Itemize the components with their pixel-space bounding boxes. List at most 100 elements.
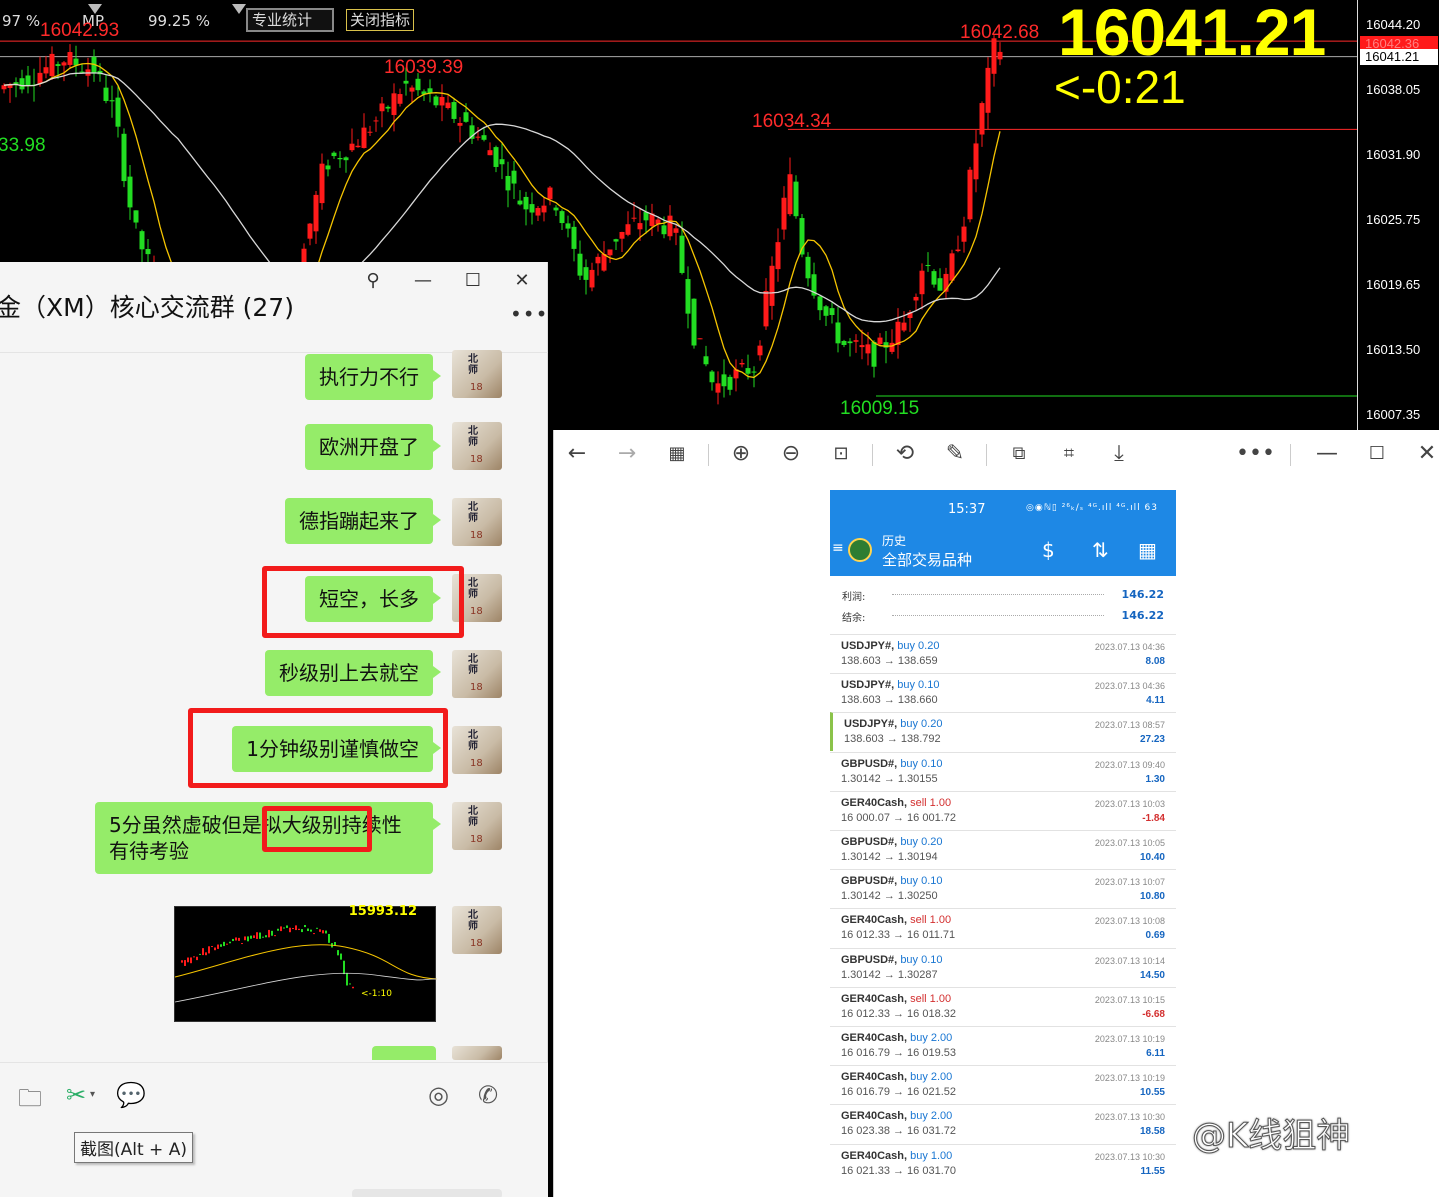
minimize-icon[interactable]: — xyxy=(410,270,436,291)
candle-body xyxy=(13,82,19,84)
scissors-icon[interactable]: ✂ xyxy=(66,1081,86,1109)
trade-profit: 8.08 xyxy=(1145,656,1165,667)
edit-icon[interactable]: ✎ xyxy=(940,440,970,468)
trade-datetime: 2023.07.13 10:08 xyxy=(1094,916,1165,927)
avatar[interactable]: 北师 18 xyxy=(452,650,502,698)
trade-row[interactable]: USDJPY#, buy 0.20 138.603 → 138.659 2023.0… xyxy=(830,634,1176,673)
trade-row[interactable]: GBPUSD#, buy 0.10 1.30142 → 1.30287 2023.0… xyxy=(830,947,1176,987)
grid-view-icon[interactable]: ▦ xyxy=(662,440,692,468)
trade-row[interactable]: GBPUSD#, buy 0.10 1.30142 → 1.30250 2023.0… xyxy=(830,869,1176,908)
candle-body xyxy=(985,67,991,113)
trade-row[interactable]: GBPUSD#, buy 0.10 1.30142 → 1.30155 2023.0… xyxy=(830,751,1176,791)
folder-icon[interactable]: 🗀 xyxy=(18,1081,42,1122)
avatar[interactable]: 北师 18 xyxy=(452,906,502,954)
close-icon[interactable]: ✕ xyxy=(509,270,535,291)
thumb-candle xyxy=(319,929,321,932)
chevron-down-icon[interactable]: ▾ xyxy=(90,1089,95,1100)
thumb-candle xyxy=(253,935,255,939)
trade-symbol: GER40Cash, sell 1.00 xyxy=(841,914,952,927)
avatar[interactable]: 北师 18 xyxy=(452,350,502,398)
candle-body xyxy=(43,67,49,74)
call-icon[interactable]: ✆ xyxy=(478,1081,498,1109)
avatar[interactable]: 北师 18 xyxy=(452,498,502,546)
message-bubble[interactable]: 德指蹦起来了 xyxy=(285,498,441,544)
candle-body xyxy=(493,147,499,167)
calendar-icon[interactable]: ▦ xyxy=(1138,538,1157,562)
avatar-text: 18 xyxy=(470,682,483,693)
trade-row[interactable]: GER40Cash, buy 2.00 16 016.79 → 16 021.52… xyxy=(830,1065,1176,1104)
trade-side: buy 2.00 xyxy=(910,1032,953,1044)
zoom-in-icon[interactable]: ⊕ xyxy=(726,440,756,468)
trade-symbol: GBPUSD#, buy 0.20 xyxy=(841,836,943,848)
stats-dropdown[interactable]: 专业统计 xyxy=(246,8,334,32)
trade-prices: 1.30142 → 1.30194 xyxy=(841,851,938,863)
candle-body xyxy=(19,78,25,90)
more-icon[interactable]: ••• xyxy=(510,302,548,326)
dots xyxy=(892,615,1104,616)
trade-row[interactable]: GER40Cash, sell 1.00 16 012.33 → 16 018.3… xyxy=(830,986,1176,1026)
candle-body xyxy=(61,62,67,66)
maximize-icon[interactable]: ☐ xyxy=(460,270,486,291)
avatar[interactable]: 北师 18 xyxy=(452,802,502,850)
live-icon[interactable]: ◎ xyxy=(428,1081,449,1109)
thumb-candle xyxy=(238,937,240,941)
avatar[interactable]: 北师 18 xyxy=(452,422,502,470)
chat-bubble-icon[interactable]: 💬 xyxy=(116,1081,146,1109)
message-bubble[interactable]: 欧洲开盘了 xyxy=(305,424,441,470)
maximize-icon[interactable]: ☐ xyxy=(1362,440,1392,468)
trade-row[interactable]: GBPUSD#, buy 0.20 1.30142 → 1.30194 2023.0… xyxy=(830,830,1176,869)
avatar[interactable] xyxy=(452,1046,502,1060)
trade-prices: 16 000.07 → 16 001.72 xyxy=(841,811,956,824)
send-button-partial[interactable] xyxy=(352,1189,502,1197)
highlight-box xyxy=(188,708,448,788)
trade-row[interactable]: GER40Cash, buy 2.00 16 023.38 → 16 031.72… xyxy=(830,1104,1176,1143)
trade-profit: 6.11 xyxy=(1146,1048,1165,1059)
message-bubble-partial[interactable] xyxy=(372,1046,436,1060)
translate-icon[interactable]: ⧉ xyxy=(1004,440,1034,468)
candle-body xyxy=(697,338,703,340)
thumb-candle xyxy=(262,936,264,938)
avatar[interactable]: 北师 18 xyxy=(452,726,502,774)
scan-icon[interactable]: ⌗ xyxy=(1054,440,1084,468)
download-icon[interactable]: ⤓ xyxy=(1104,440,1134,468)
thumb-candle xyxy=(241,943,243,945)
trade-row[interactable]: USDJPY#, buy 0.10 138.603 → 138.660 2023.0… xyxy=(830,673,1176,712)
bar-countdown: <-0:21 xyxy=(1054,61,1186,113)
pin-icon[interactable]: ⚲ xyxy=(360,270,386,291)
dollar-filter-icon[interactable]: $ xyxy=(1042,538,1055,562)
profit-row: 利润: 146.22 xyxy=(842,588,1164,603)
chart-thumbnail[interactable]: 15993.12 <-1:10 xyxy=(174,904,438,1022)
candle-body xyxy=(583,267,589,280)
candle-body xyxy=(847,341,853,344)
minimize-icon[interactable]: — xyxy=(1312,440,1342,468)
close-indicator-button[interactable]: 关闭指标 xyxy=(346,9,415,31)
back-arrow-icon[interactable]: ← xyxy=(562,440,592,468)
trade-row[interactable]: USDJPY#, buy 0.20 138.603 → 138.792 2023.0… xyxy=(830,712,1176,752)
close-icon[interactable]: ✕ xyxy=(1412,440,1439,468)
candle-body xyxy=(49,53,55,77)
candle-body xyxy=(661,225,667,235)
candle-body xyxy=(673,228,679,233)
candle-body xyxy=(913,296,919,301)
trade-row[interactable]: GER40Cash, sell 1.00 16 012.33 → 16 011.7… xyxy=(830,908,1176,947)
price-axis[interactable]: 16044.20 16042.36 16041.21 16038.05 1603… xyxy=(1357,0,1439,432)
zoom-out-icon[interactable]: ⊖ xyxy=(776,440,806,468)
sort-icon[interactable]: ⇅ xyxy=(1092,538,1109,562)
thumb-candle xyxy=(307,928,309,932)
trade-row[interactable]: GER40Cash, sell 1.00 16 000.07 → 16 001.7… xyxy=(830,790,1176,830)
forward-arrow-icon[interactable]: → xyxy=(612,440,642,468)
viewer-toolbar: ← → ▦ ⊕ ⊖ ⊡ ⟲ ✎ ⧉ ⌗ ⤓ ••• — ☐ ✕ xyxy=(554,430,1439,478)
trade-row[interactable]: GER40Cash, buy 1.00 16 021.33 → 16 031.70… xyxy=(830,1143,1176,1183)
menu-icon[interactable]: ≡ xyxy=(832,540,844,556)
message-bubble[interactable]: 执行力不行 xyxy=(305,354,441,400)
actual-size-icon[interactable]: ⊡ xyxy=(826,440,856,468)
candle-body xyxy=(535,208,541,216)
trade-row[interactable]: GER40Cash, buy 2.00 16 016.79 → 16 019.53… xyxy=(830,1026,1176,1065)
candle-body xyxy=(457,122,463,126)
thumb-candle xyxy=(310,929,312,932)
rotate-icon[interactable]: ⟲ xyxy=(890,440,920,468)
dropdown-triangle-icon[interactable] xyxy=(232,4,246,14)
avatar-text: 18 xyxy=(470,938,483,949)
more-icon[interactable]: ••• xyxy=(1236,440,1275,468)
message-bubble[interactable]: 秒级别上去就空 xyxy=(265,650,441,696)
